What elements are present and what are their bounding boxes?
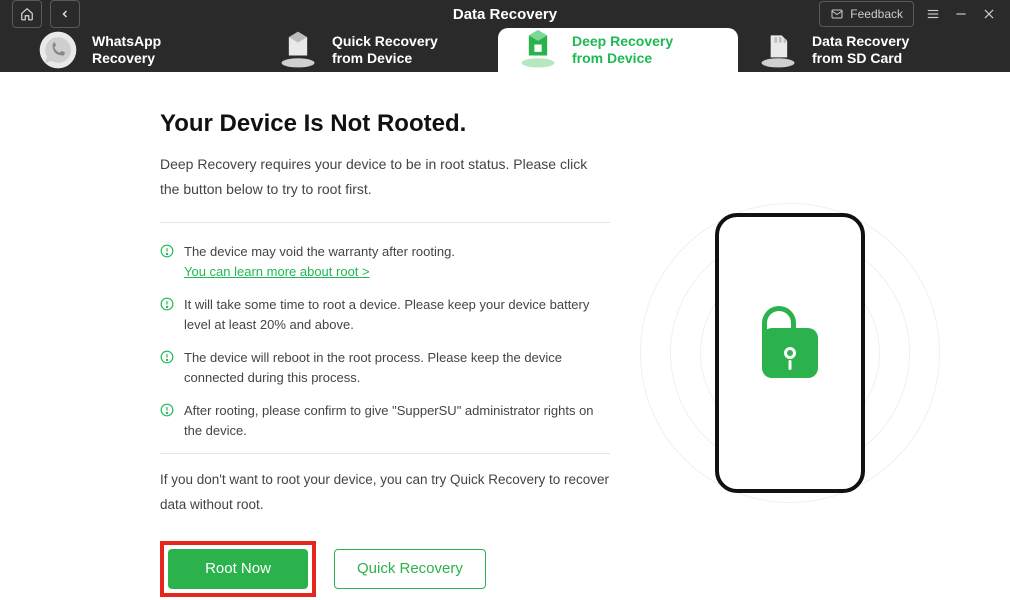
- quick-recovery-button[interactable]: Quick Recovery: [334, 549, 486, 589]
- tab-label-line2: from SD Card: [812, 50, 909, 68]
- note-text: The device will reboot in the root proce…: [184, 348, 610, 387]
- info-icon: [160, 403, 176, 440]
- tab-deep-recovery[interactable]: Deep Recovery from Device: [498, 28, 738, 72]
- info-icon: [160, 297, 176, 334]
- tab-label-line2: from Device: [572, 50, 673, 68]
- minimize-icon: [954, 7, 968, 21]
- root-now-button[interactable]: Root Now: [168, 549, 308, 589]
- titlebar: Data Recovery Feedback: [0, 0, 1010, 28]
- device-illustration: [650, 193, 930, 513]
- back-button[interactable]: [50, 0, 80, 28]
- close-icon: [982, 7, 996, 21]
- tab-label-line1: Quick Recovery: [332, 33, 438, 51]
- mode-tabs: WhatsApp Recovery Quick Recovery from De…: [0, 28, 1010, 72]
- page-heading: Your Device Is Not Rooted.: [160, 110, 610, 138]
- button-row: Root Now Quick Recovery: [160, 541, 610, 597]
- content-area: Your Device Is Not Rooted. Deep Recovery…: [0, 72, 1010, 600]
- menu-icon: [925, 7, 941, 21]
- tab-label-line2: from Device: [332, 50, 438, 68]
- note-text: The device may void the warranty after r…: [184, 244, 455, 259]
- tab-label-line1: Data Recovery: [812, 33, 909, 51]
- sd-card-icon: [756, 28, 800, 72]
- note-text: It will take some time to root a device.…: [184, 295, 610, 334]
- learn-more-root-link[interactable]: You can learn more about root >: [184, 264, 370, 279]
- tab-label-line1: Deep Recovery: [572, 33, 673, 51]
- home-button[interactable]: [12, 0, 42, 28]
- note-item: It will take some time to root a device.…: [160, 288, 610, 341]
- whatsapp-icon: [36, 28, 80, 72]
- tab-label-line2: Recovery: [92, 50, 161, 68]
- alternative-hint: If you don't want to root your device, y…: [160, 454, 610, 541]
- phone-outline: [715, 213, 865, 493]
- tab-sd-recovery[interactable]: Data Recovery from SD Card: [738, 28, 978, 72]
- note-text: After rooting, please confirm to give "S…: [184, 401, 610, 440]
- note-item: The device will reboot in the root proce…: [160, 341, 610, 394]
- note-item: After rooting, please confirm to give "S…: [160, 394, 610, 447]
- tab-whatsapp-recovery[interactable]: WhatsApp Recovery: [18, 28, 258, 72]
- menu-button[interactable]: [924, 5, 942, 23]
- root-now-highlight: Root Now: [160, 541, 316, 597]
- feedback-button[interactable]: Feedback: [819, 1, 914, 27]
- deep-recovery-icon: [516, 28, 560, 72]
- tab-quick-recovery[interactable]: Quick Recovery from Device: [258, 28, 498, 72]
- quick-recovery-icon: [276, 28, 320, 72]
- close-button[interactable]: [980, 5, 998, 23]
- lock-icon: [762, 328, 818, 378]
- chevron-left-icon: [59, 8, 71, 20]
- home-icon: [20, 7, 34, 21]
- info-icon: [160, 244, 176, 281]
- tab-label-line1: WhatsApp: [92, 33, 161, 51]
- mail-icon: [830, 8, 844, 20]
- page-description: Deep Recovery requires your device to be…: [160, 152, 610, 202]
- feedback-label: Feedback: [850, 7, 903, 21]
- minimize-button[interactable]: [952, 5, 970, 23]
- notes-list: The device may void the warranty after r…: [160, 223, 610, 453]
- info-icon: [160, 350, 176, 387]
- note-item: The device may void the warranty after r…: [160, 235, 610, 288]
